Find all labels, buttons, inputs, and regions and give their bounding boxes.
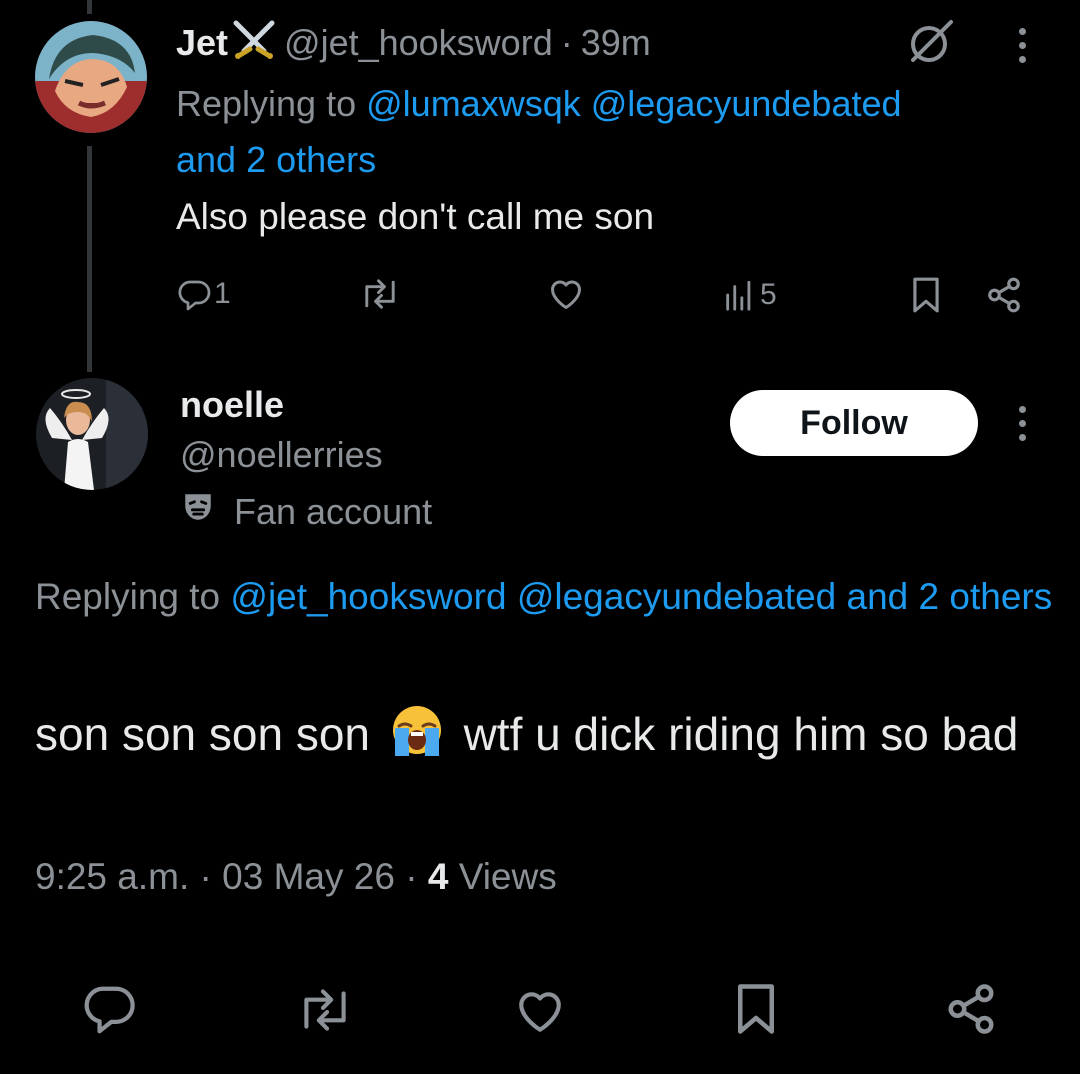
tweet-text-part: son son son son bbox=[35, 708, 371, 760]
views-label[interactable]: Views bbox=[459, 856, 557, 897]
others-link[interactable]: and 2 others bbox=[847, 576, 1053, 617]
heart-icon bbox=[546, 276, 586, 312]
heart-icon bbox=[512, 986, 568, 1036]
jet-tweet-text: Also please don't call me son bbox=[176, 196, 655, 237]
like-button[interactable] bbox=[512, 986, 568, 1036]
jet-reply-button[interactable]: 1 bbox=[176, 276, 231, 312]
jet-retweet-button[interactable] bbox=[358, 276, 402, 312]
retweet-icon bbox=[294, 984, 356, 1036]
tweet-meta: 9:25 a.m. · 03 May 26 · 4 Views bbox=[35, 856, 557, 898]
noelle-handle[interactable]: @noellerries bbox=[180, 434, 383, 476]
thread-line bbox=[87, 146, 92, 372]
views-bar-chart-icon bbox=[722, 278, 756, 312]
noelle-more-options-icon[interactable] bbox=[1019, 406, 1026, 441]
retweet-icon bbox=[358, 276, 402, 312]
jet-reply-count: 1 bbox=[214, 277, 231, 310]
share-button[interactable] bbox=[943, 982, 999, 1036]
jet-bookmark-button[interactable] bbox=[909, 276, 943, 314]
mention-link[interactable]: @legacyundebated bbox=[591, 83, 902, 124]
reply-icon bbox=[80, 984, 138, 1036]
thread-line-top bbox=[87, 0, 92, 14]
mention-link[interactable]: @legacyundebated bbox=[517, 576, 836, 617]
share-icon bbox=[984, 276, 1024, 314]
bookmark-icon bbox=[909, 276, 943, 314]
mention-link[interactable]: @jet_hooksword bbox=[230, 576, 506, 617]
jet-like-button[interactable] bbox=[546, 276, 586, 312]
retweet-button[interactable] bbox=[294, 984, 356, 1036]
header-separator: · bbox=[560, 22, 573, 63]
jet-more-options-icon[interactable] bbox=[1019, 28, 1026, 63]
fan-account-text: Fan account bbox=[234, 490, 433, 532]
reply-icon bbox=[176, 276, 212, 312]
others-link[interactable]: and 2 others bbox=[176, 139, 376, 180]
jet-tweet-header: Jet @jet_hooksword · 39m bbox=[176, 20, 651, 66]
noelle-tweet-text: son son son son wtf u dick riding him so… bbox=[35, 700, 1065, 776]
tweet-time[interactable]: 9:25 a.m. bbox=[35, 856, 189, 897]
mention-link[interactable]: @lumaxwsqk bbox=[366, 83, 581, 124]
noelle-display-name[interactable]: noelle bbox=[180, 384, 284, 426]
grok-icon[interactable] bbox=[905, 18, 955, 66]
loudly-crying-face-emoji bbox=[389, 704, 445, 776]
meta-separator: · bbox=[405, 856, 418, 897]
share-icon bbox=[943, 982, 999, 1036]
theater-mask-icon bbox=[180, 490, 216, 533]
meta-separator: · bbox=[199, 856, 212, 897]
jet-views-count: 5 bbox=[760, 278, 777, 311]
crossed-swords-icon bbox=[230, 19, 278, 68]
bookmark-button[interactable] bbox=[733, 982, 779, 1036]
jet-display-name[interactable]: Jet bbox=[176, 22, 228, 64]
replying-prefix: Replying to bbox=[176, 83, 357, 124]
jet-share-button[interactable] bbox=[984, 276, 1024, 314]
replying-prefix: Replying to bbox=[35, 576, 221, 617]
jet-replying-to: Replying to @lumaxwsqk @legacyundebated … bbox=[176, 76, 1056, 188]
follow-button[interactable]: Follow bbox=[730, 390, 978, 456]
jet-views-button[interactable]: 5 bbox=[722, 278, 777, 312]
fan-account-label: Fan account bbox=[180, 490, 432, 533]
tweet-text-part: wtf u dick riding him so bad bbox=[463, 708, 1019, 760]
jet-time-ago[interactable]: 39m bbox=[581, 22, 651, 64]
noelle-avatar[interactable] bbox=[36, 378, 148, 490]
bookmark-icon bbox=[733, 982, 779, 1036]
noelle-replying-to: Replying to @jet_hooksword @legacyundeba… bbox=[35, 568, 1075, 625]
jet-avatar[interactable] bbox=[35, 21, 147, 133]
jet-handle[interactable]: @jet_hooksword bbox=[284, 22, 553, 64]
tweet-date[interactable]: 03 May 26 bbox=[222, 856, 395, 897]
reply-button[interactable] bbox=[80, 984, 138, 1036]
views-count: 4 bbox=[427, 856, 449, 897]
